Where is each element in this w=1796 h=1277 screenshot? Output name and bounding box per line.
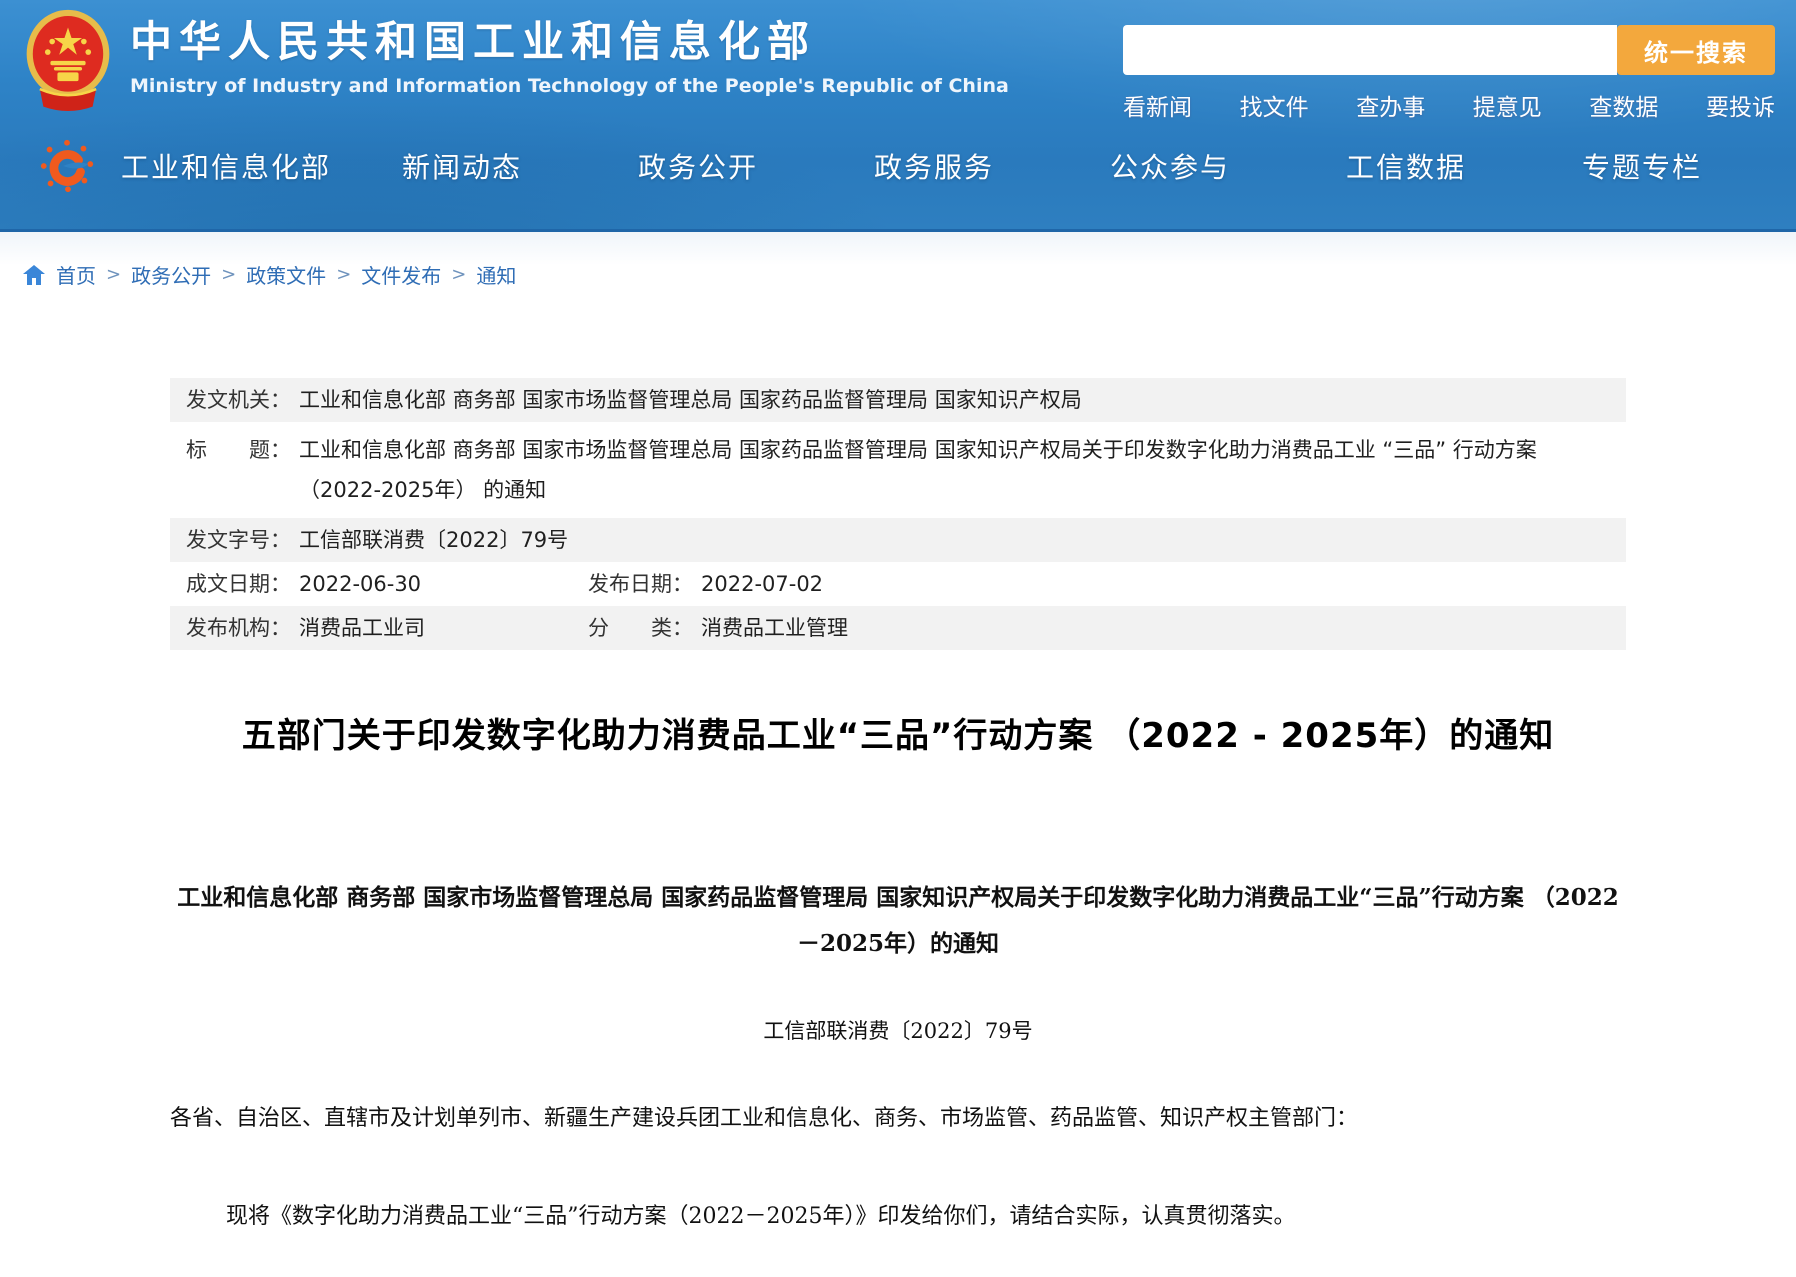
national-emblem-icon [24, 8, 112, 112]
breadcrumb-separator: > [221, 264, 236, 285]
home-icon[interactable] [22, 264, 46, 286]
brand-text: 中华人民共和国工业和信息化部 Ministry of Industry and … [130, 8, 1009, 97]
meta-row-dates: 成文日期： 2022-06-30 发布日期： 2022-07-02 [170, 562, 1626, 606]
nav-item-public-participation[interactable]: 公众参与 [1052, 146, 1288, 186]
nav-item-gov-affairs[interactable]: 政务公开 [580, 146, 816, 186]
meta-label: 标 题： [186, 430, 291, 510]
nav-item-special-topics[interactable]: 专题专栏 [1524, 146, 1760, 186]
nav-item-miit-data[interactable]: 工信数据 [1288, 146, 1524, 186]
meta-value: 消费品工业司 [299, 606, 425, 650]
content-container: 发文机关： 工业和信息化部 商务部 国家市场监督管理总局 国家药品监督管理局 国… [170, 378, 1626, 1233]
page-title: 五部门关于印发数字化助力消费品工业“三品”行动方案 （2022 - 2025年）… [170, 708, 1626, 757]
quick-link-feedback[interactable]: 提意见 [1473, 88, 1542, 122]
meta-row-doc-number: 发文字号： 工信部联消费〔2022〕79号 [170, 518, 1626, 562]
article-doc-number: 工信部联消费〔2022〕79号 [170, 1015, 1626, 1045]
breadcrumb: 首页 > 政务公开 > 政策文件 > 文件发布 > 通知 [22, 260, 1796, 289]
article-heading: 工业和信息化部 商务部 国家市场监督管理总局 国家药品监督管理局 国家知识产权局… [170, 875, 1626, 967]
breadcrumb-home[interactable]: 首页 [56, 260, 96, 289]
meta-value: 消费品工业管理 [701, 606, 848, 650]
meta-label: 发布机构： [186, 606, 291, 650]
nav-item-gov-services[interactable]: 政务服务 [816, 146, 1052, 186]
meta-label: 发文机关： [186, 378, 291, 422]
breadcrumb-bar: 首页 > 政务公开 > 政策文件 > 文件发布 > 通知 [0, 232, 1796, 306]
nav-items: 工业和信息化部 新闻动态 政务公开 政务服务 公众参与 工信数据 专题专栏 [108, 146, 1760, 186]
breadcrumb-policy-files[interactable]: 政策文件 [246, 260, 326, 289]
site-title: 中华人民共和国工业和信息化部 [130, 16, 1009, 69]
meta-value: 工信部联消费〔2022〕79号 [299, 518, 568, 562]
article-paragraph-recipients: 各省、自治区、直辖市及计划单列市、新疆生产建设兵团工业和信息化、商务、市场监管、… [170, 1103, 1626, 1135]
unified-search-button[interactable]: 统一搜索 [1617, 25, 1775, 75]
nav-item-miit[interactable]: 工业和信息化部 [108, 146, 344, 186]
search-area: 统一搜索 [1123, 25, 1775, 75]
quick-link-complaint[interactable]: 要投诉 [1706, 88, 1775, 122]
quick-links: 看新闻 找文件 查办事 提意见 查数据 要投诉 [1123, 88, 1775, 122]
site-header: 中华人民共和国工业和信息化部 Ministry of Industry and … [0, 0, 1796, 232]
article-body: 工业和信息化部 商务部 国家市场监督管理总局 国家药品监督管理局 国家知识产权局… [170, 875, 1626, 1233]
meta-value: 2022-07-02 [701, 562, 823, 606]
breadcrumb-file-release[interactable]: 文件发布 [361, 260, 441, 289]
meta-row-title: 标 题： 工业和信息化部 商务部 国家市场监督管理总局 国家药品监督管理局 国家… [170, 422, 1626, 518]
miit-logo-icon [36, 135, 98, 197]
main-nav: 工业和信息化部 新闻动态 政务公开 政务服务 公众参与 工信数据 专题专栏 [0, 125, 1796, 207]
article-paragraph-issuance: 现将《数字化助力消费品工业“三品”行动方案（2022－2025年）》印发给你们，… [170, 1201, 1626, 1233]
meta-label: 分 类： [588, 606, 693, 650]
document-meta-table: 发文机关： 工业和信息化部 商务部 国家市场监督管理总局 国家药品监督管理局 国… [170, 378, 1626, 650]
nav-item-news[interactable]: 新闻动态 [344, 146, 580, 186]
breadcrumb-separator: > [106, 264, 121, 285]
breadcrumb-separator: > [336, 264, 351, 285]
meta-value: 2022-06-30 [299, 562, 421, 606]
quick-link-files[interactable]: 找文件 [1240, 88, 1309, 122]
meta-row-issuing-agency: 发文机关： 工业和信息化部 商务部 国家市场监督管理总局 国家药品监督管理局 国… [170, 378, 1626, 422]
meta-label: 发文字号： [186, 518, 291, 562]
quick-link-data[interactable]: 查数据 [1589, 88, 1658, 122]
breadcrumb-gov-affairs[interactable]: 政务公开 [131, 260, 211, 289]
site-subtitle: Ministry of Industry and Information Tec… [130, 75, 1009, 97]
breadcrumb-separator: > [451, 264, 466, 285]
meta-value: 工业和信息化部 商务部 国家市场监督管理总局 国家药品监督管理局 国家知识产权局 [299, 378, 1082, 422]
site-brand: 中华人民共和国工业和信息化部 Ministry of Industry and … [24, 8, 1009, 112]
search-input[interactable] [1123, 25, 1617, 75]
breadcrumb-notice[interactable]: 通知 [476, 260, 516, 289]
meta-label: 成文日期： [186, 562, 291, 606]
meta-label: 发布日期： [588, 562, 693, 606]
quick-link-news[interactable]: 看新闻 [1123, 88, 1192, 122]
meta-row-publisher: 发布机构： 消费品工业司 分 类： 消费品工业管理 [170, 606, 1626, 650]
meta-value: 工业和信息化部 商务部 国家市场监督管理总局 国家药品监督管理局 国家知识产权局… [299, 430, 1610, 510]
quick-link-services[interactable]: 查办事 [1356, 88, 1425, 122]
